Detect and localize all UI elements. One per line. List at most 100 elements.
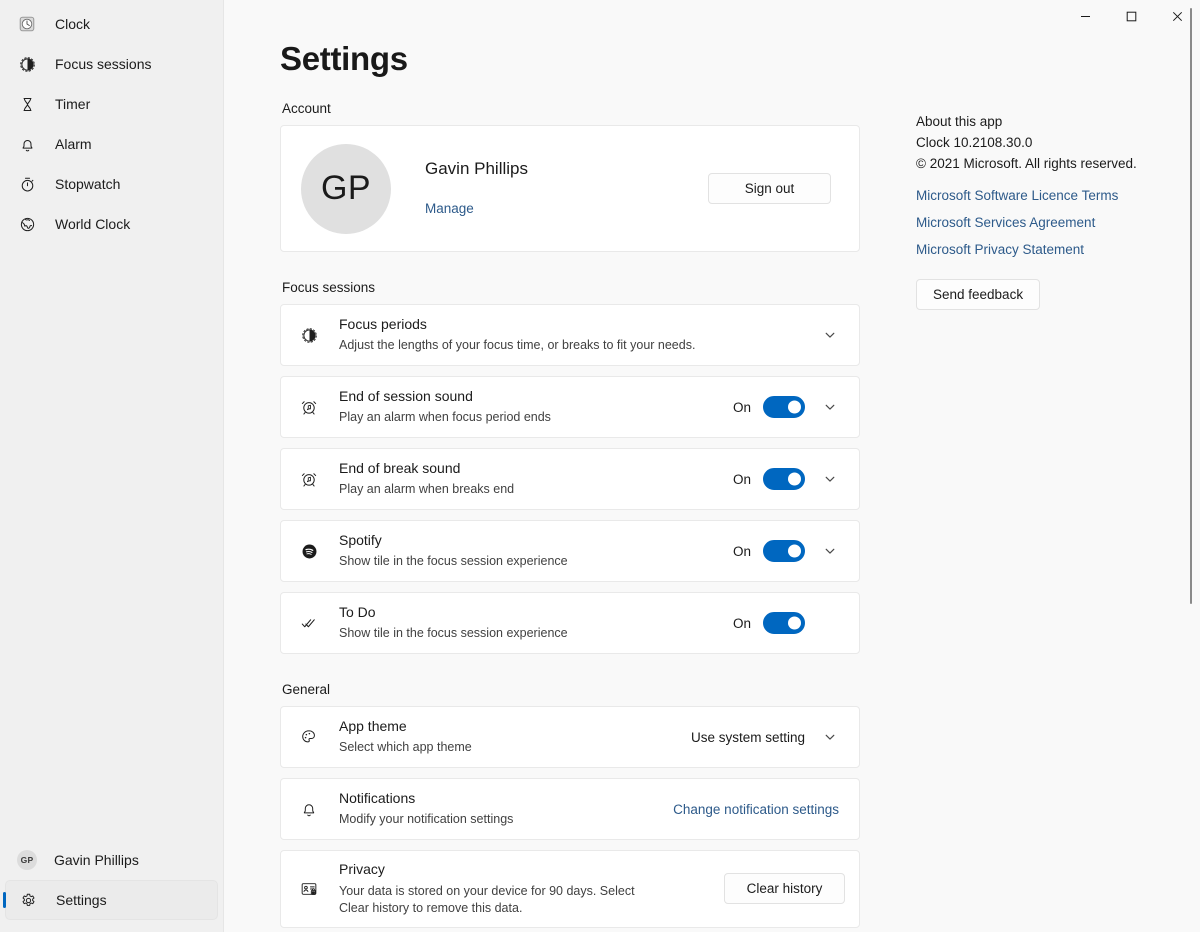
todo-check-icon	[297, 611, 321, 635]
scrollbar-thumb[interactable]	[1190, 8, 1192, 604]
sidebar-item-timer[interactable]: Timer	[5, 84, 218, 124]
close-button[interactable]	[1154, 0, 1200, 32]
window-controls	[1062, 0, 1200, 32]
setting-row-description: Adjust the lengths of your focus time, o…	[339, 337, 803, 354]
send-feedback-wrapper: Send feedback	[916, 279, 1186, 310]
sidebar-item-clock[interactable]: Clock	[5, 4, 218, 44]
sidebar-nav-list: Clock Focus sessions	[0, 4, 223, 542]
setting-row-description: Show tile in the focus session experienc…	[339, 553, 721, 570]
setting-row-title: To Do	[339, 604, 721, 621]
maximize-button[interactable]	[1108, 0, 1154, 32]
sidebar-item-focus-sessions[interactable]: Focus sessions	[5, 44, 218, 84]
toggle-knob	[788, 545, 801, 558]
sidebar-item-label: World Clock	[55, 217, 130, 231]
software-licence-terms-link[interactable]: Microsoft Software Licence Terms	[916, 188, 1118, 203]
focus-sessions-icon	[16, 53, 38, 75]
change-notification-settings-link[interactable]: Change notification settings	[673, 802, 839, 817]
about-panel: About this app Clock 10.2108.30.0 © 2021…	[916, 101, 1186, 310]
page-title: Settings	[280, 40, 1200, 78]
toggle-knob	[788, 473, 801, 486]
focus-sessions-icon	[297, 323, 321, 347]
toggle-switch[interactable]	[763, 540, 805, 562]
setting-row-text: Privacy Your data is stored on your devi…	[339, 861, 724, 917]
setting-row-spotify[interactable]: Spotify Show tile in the focus session e…	[280, 520, 860, 582]
setting-row-title: App theme	[339, 718, 679, 735]
sidebar-item-label: Stopwatch	[55, 177, 120, 191]
sidebar-bottom-nav: GP Gavin Phillips Settings	[0, 840, 223, 932]
sidebar-item-alarm[interactable]: Alarm	[5, 124, 218, 164]
setting-row-description: Play an alarm when breaks end	[339, 481, 721, 498]
sidebar-item-world-clock[interactable]: World Clock	[5, 204, 218, 244]
alarm-sound-icon	[297, 467, 321, 491]
bell-icon	[297, 797, 321, 821]
setting-row-controls: Change notification settings	[673, 802, 845, 817]
chevron-down-icon[interactable]	[815, 320, 845, 350]
spotify-icon	[297, 539, 321, 563]
setting-row-title: End of break sound	[339, 460, 721, 477]
setting-row-description: Modify your notification settings	[339, 811, 661, 828]
setting-row-to-do[interactable]: To Do Show tile in the focus session exp…	[280, 592, 860, 654]
setting-row-title: Focus periods	[339, 316, 803, 333]
settings-main-column: Account GP Gavin Phillips Manage Sign ou…	[280, 101, 860, 932]
section-label-general: General	[282, 682, 860, 697]
setting-row-title: Notifications	[339, 790, 661, 807]
setting-row-notifications[interactable]: Notifications Modify your notification s…	[280, 778, 860, 840]
vertical-scrollbar[interactable]	[1184, 0, 1198, 932]
settings-columns: Account GP Gavin Phillips Manage Sign ou…	[224, 101, 1200, 932]
setting-row-end-of-session-sound[interactable]: End of session sound Play an alarm when …	[280, 376, 860, 438]
services-agreement-link[interactable]: Microsoft Services Agreement	[916, 215, 1095, 230]
setting-row-title: End of session sound	[339, 388, 721, 405]
setting-row-end-of-break-sound[interactable]: End of break sound Play an alarm when br…	[280, 448, 860, 510]
settings-scroll-area: Settings Account GP Gavin Phillips Manag…	[224, 0, 1200, 932]
sidebar-account-label: Gavin Phillips	[54, 853, 139, 867]
avatar: GP	[301, 144, 391, 234]
setting-row-text: App theme Select which app theme	[339, 718, 691, 757]
about-links: Microsoft Software Licence Terms Microso…	[916, 188, 1186, 257]
send-feedback-button[interactable]: Send feedback	[916, 279, 1040, 310]
sidebar-item-stopwatch[interactable]: Stopwatch	[5, 164, 218, 204]
toggle-switch[interactable]	[763, 612, 805, 634]
sidebar-item-account[interactable]: GP Gavin Phillips	[5, 840, 218, 880]
chevron-down-icon[interactable]	[815, 464, 845, 494]
account-card: GP Gavin Phillips Manage Sign out	[280, 125, 860, 252]
minimize-button[interactable]	[1062, 0, 1108, 32]
avatar: GP	[17, 850, 37, 870]
clock-app-window: Clock Focus sessions	[0, 0, 1200, 932]
setting-row-privacy[interactable]: Privacy Your data is stored on your devi…	[280, 850, 860, 928]
sign-out-button[interactable]: Sign out	[708, 173, 831, 204]
sidebar-item-settings[interactable]: Settings	[5, 880, 218, 920]
setting-row-description: Your data is stored on your device for 9…	[339, 883, 659, 917]
gear-icon	[17, 889, 39, 911]
chevron-down-icon[interactable]	[815, 392, 845, 422]
setting-row-description: Play an alarm when focus period ends	[339, 409, 721, 426]
sidebar: Clock Focus sessions	[0, 0, 224, 932]
chevron-down-icon[interactable]	[815, 536, 845, 566]
setting-row-focus-periods[interactable]: Focus periods Adjust the lengths of your…	[280, 304, 860, 366]
setting-row-description: Select which app theme	[339, 739, 679, 756]
setting-row-controls: Use system setting	[691, 722, 845, 752]
sidebar-item-label: Clock	[55, 17, 90, 31]
toggle-knob	[788, 401, 801, 414]
clear-history-button[interactable]: Clear history	[724, 873, 845, 904]
setting-row-text: To Do Show tile in the focus session exp…	[339, 604, 733, 643]
manage-account-link[interactable]: Manage	[425, 201, 474, 216]
about-copyright: © 2021 Microsoft. All rights reserved.	[916, 153, 1186, 174]
privacy-statement-link[interactable]: Microsoft Privacy Statement	[916, 242, 1084, 257]
toggle-switch[interactable]	[763, 468, 805, 490]
setting-row-title: Spotify	[339, 532, 721, 549]
chevron-down-icon[interactable]	[815, 722, 845, 752]
setting-row-controls: Clear history	[724, 873, 845, 904]
stopwatch-icon	[16, 173, 38, 195]
setting-row-app-theme[interactable]: App theme Select which app theme Use sys…	[280, 706, 860, 768]
account-info: Gavin Phillips Manage	[425, 159, 708, 218]
toggle-state-label: On	[733, 400, 751, 415]
clock-icon	[16, 13, 38, 35]
setting-row-controls: On	[733, 536, 845, 566]
setting-row-controls: On	[733, 392, 845, 422]
hourglass-icon	[16, 93, 38, 115]
sidebar-item-label: Focus sessions	[55, 57, 151, 71]
account-name: Gavin Phillips	[425, 159, 708, 179]
toggle-state-label: On	[733, 616, 751, 631]
app-theme-value[interactable]: Use system setting	[691, 730, 805, 745]
toggle-switch[interactable]	[763, 396, 805, 418]
